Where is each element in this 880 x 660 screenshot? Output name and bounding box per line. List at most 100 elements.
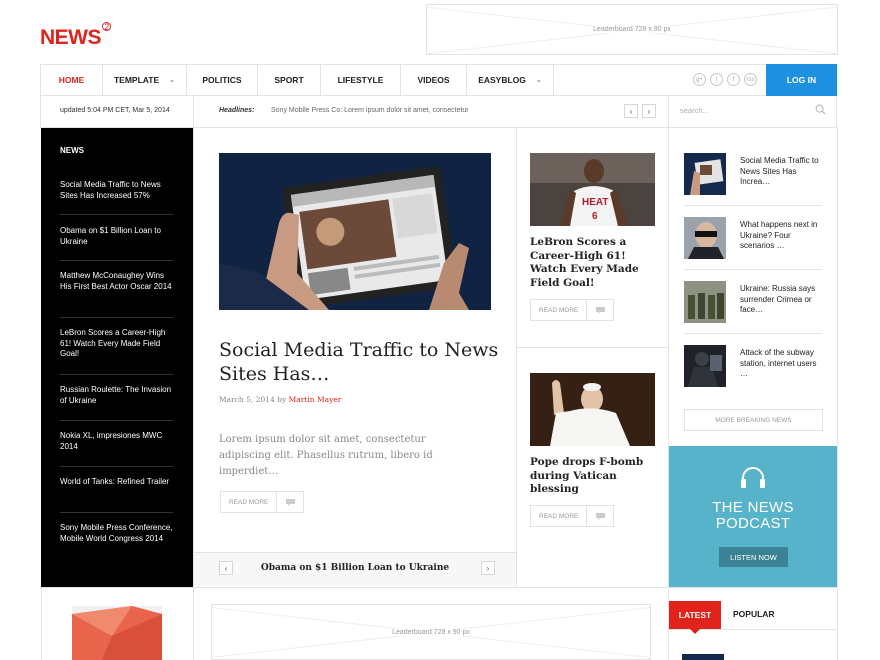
ticker-prev-button[interactable]: ‹ bbox=[624, 104, 638, 118]
lebron-story-image[interactable]: HEAT 6 bbox=[530, 153, 655, 226]
headphones-icon bbox=[741, 467, 765, 488]
pope-story-title[interactable]: Pope drops F-bomb during Vatican blessin… bbox=[530, 456, 660, 497]
divider bbox=[60, 512, 173, 513]
podcast-title: THE NEWS PODCAST bbox=[669, 500, 837, 532]
comment-icon[interactable] bbox=[277, 492, 303, 512]
nav-item-easyblog[interactable]: EASYBLOG ⌄ bbox=[467, 65, 554, 95]
lebron-story-title[interactable]: LeBron Scores a Career-High 61! Watch Ev… bbox=[530, 236, 660, 290]
headline-ticker-text[interactable]: Sony Mobile Press Co: Lorem ipsum dolor … bbox=[271, 107, 469, 114]
read-more-button[interactable]: READ MORE bbox=[221, 492, 278, 512]
pope-story-image[interactable] bbox=[530, 373, 655, 446]
main-story-excerpt: Lorem ipsum dolor sit amet, consectetur … bbox=[219, 434, 433, 477]
divider bbox=[60, 420, 173, 421]
main-story-title[interactable]: Social Media Traffic to News Sites Has… bbox=[219, 338, 499, 386]
breaking-thumb[interactable] bbox=[684, 281, 726, 323]
nav-label: HOME bbox=[58, 75, 85, 85]
slider-story-title[interactable]: Obama on $1 Billion Loan to Ukraine bbox=[224, 563, 486, 573]
ticker-next-button[interactable]: › bbox=[642, 104, 656, 118]
sidebar-news-item[interactable]: Nokia XL, impresiones MWC 2014 bbox=[60, 431, 173, 452]
svg-text:6: 6 bbox=[592, 211, 598, 222]
sidebar-news-item[interactable]: Matthew McConaughey Wins His First Best … bbox=[60, 271, 173, 292]
divider bbox=[684, 269, 822, 270]
logo-text: NEWS bbox=[40, 26, 102, 49]
nav-label: LIFESTYLE bbox=[337, 75, 384, 85]
sidebar-news-item[interactable]: Russian Roulette: The Invasion of Ukrain… bbox=[60, 385, 173, 406]
facebook-icon[interactable]: f bbox=[727, 73, 740, 86]
read-more-button[interactable]: READ MORE bbox=[531, 300, 588, 320]
divider bbox=[193, 96, 194, 128]
tab-latest[interactable]: LATEST bbox=[669, 601, 721, 629]
nav-item-videos[interactable]: VIDEOS bbox=[401, 65, 467, 95]
logo-badge: 2 bbox=[102, 22, 111, 32]
more-breaking-news-button[interactable]: MORE BREAKING NEWS bbox=[684, 409, 823, 431]
chevron-down-icon: ⌄ bbox=[169, 77, 176, 84]
rss-icon[interactable]: rss bbox=[744, 73, 757, 86]
read-more-button[interactable]: READ MORE bbox=[531, 506, 588, 526]
sidebar-news-item[interactable]: World of Tanks: Refined Trailer bbox=[60, 477, 173, 488]
nav-item-home[interactable]: HOME bbox=[41, 65, 103, 95]
login-button[interactable]: LOG IN bbox=[766, 64, 837, 96]
divider bbox=[193, 588, 194, 660]
nav-item-sport[interactable]: SPORT bbox=[258, 65, 321, 95]
main-story-image[interactable] bbox=[219, 153, 491, 310]
divider bbox=[60, 374, 173, 375]
nav-label: POLITICS bbox=[202, 75, 242, 85]
promo-graphic[interactable] bbox=[72, 606, 162, 660]
nav-label: EASYBLOG bbox=[478, 75, 526, 85]
breaking-news-link[interactable]: Ukraine: Russia says surrender Crimea or… bbox=[740, 284, 825, 316]
sidebar-news-item[interactable]: Sony Mobile Press Conference, Mobile Wor… bbox=[60, 523, 173, 544]
leaderboard-label: Leaderboard 728 x 90 px bbox=[388, 628, 474, 636]
headlines-label: Headlines: bbox=[219, 107, 255, 114]
divider bbox=[516, 128, 517, 587]
search-icon[interactable] bbox=[815, 104, 826, 115]
podcast-line: THE NEWS bbox=[712, 499, 794, 516]
divider bbox=[193, 128, 194, 587]
twitter-icon[interactable]: t bbox=[710, 73, 723, 86]
nav-label: SPORT bbox=[274, 75, 304, 85]
tab-popular[interactable]: POPULAR bbox=[733, 609, 775, 619]
main-read-more: READ MORE bbox=[220, 491, 305, 513]
svg-text:HEAT: HEAT bbox=[582, 197, 608, 208]
sidebar-news-item[interactable]: Social Media Traffic to News Sites Has I… bbox=[60, 180, 173, 201]
divider bbox=[60, 317, 173, 318]
nav-label: VIDEOS bbox=[417, 75, 450, 85]
divider bbox=[40, 587, 838, 588]
nav-item-lifestyle[interactable]: LIFESTYLE bbox=[321, 65, 401, 95]
comment-icon[interactable] bbox=[587, 506, 613, 526]
comment-icon[interactable] bbox=[587, 300, 613, 320]
pope-read-more: READ MORE bbox=[530, 505, 615, 527]
breaking-news-link[interactable]: What happens next in Ukraine? Four scena… bbox=[740, 220, 825, 252]
story-author-link[interactable]: Martin Mayer bbox=[289, 395, 342, 404]
leaderboard-label: Leaderboard 728 x 90 px bbox=[589, 26, 675, 33]
leaderboard-ad-bottom[interactable]: Leaderboard 728 x 90 px bbox=[211, 604, 651, 660]
divider bbox=[60, 466, 173, 467]
breaking-news-link[interactable]: Social Media Traffic to News Sites Has I… bbox=[740, 156, 825, 188]
nav-item-politics[interactable]: POLITICS bbox=[187, 65, 258, 95]
divider bbox=[60, 260, 173, 261]
google-plus-icon[interactable]: g+ bbox=[693, 73, 706, 86]
breaking-thumb[interactable] bbox=[684, 153, 726, 195]
divider bbox=[668, 96, 669, 128]
nav-item-template[interactable]: TEMPLATE ⌄ bbox=[103, 65, 187, 95]
sidebar-news-item[interactable]: Obama on $1 Billion Loan to Ukraine bbox=[60, 226, 173, 247]
active-tab-pointer bbox=[690, 629, 700, 634]
latest-thumb[interactable] bbox=[682, 654, 724, 660]
sidebar-title: NEWS bbox=[60, 146, 84, 155]
sidebar-news-item[interactable]: LeBron Scores a Career-High 61! Watch Ev… bbox=[60, 328, 173, 360]
nav-label: TEMPLATE bbox=[113, 75, 160, 85]
updated-timestamp: updated 5:04 PM CET, Mar 5, 2014 bbox=[60, 107, 170, 114]
podcast-line: PODCAST bbox=[715, 515, 791, 532]
main-story-meta: March 5, 2014 by Martin Mayer bbox=[219, 395, 341, 404]
breaking-thumb[interactable] bbox=[684, 217, 726, 259]
leaderboard-ad-top[interactable]: Leaderboard 728 x 90 px bbox=[426, 4, 838, 55]
lebron-read-more: READ MORE bbox=[530, 299, 615, 321]
chevron-down-icon: ⌄ bbox=[535, 77, 542, 84]
listen-now-button[interactable]: LISTEN NOW bbox=[719, 547, 788, 567]
divider bbox=[837, 128, 838, 660]
breaking-thumb[interactable] bbox=[684, 345, 726, 387]
site-logo[interactable]: NEWS 2 bbox=[40, 22, 111, 50]
breaking-news-link[interactable]: Attack of the subway station, internet u… bbox=[740, 348, 825, 380]
divider bbox=[684, 205, 822, 206]
slider-next-button[interactable]: › bbox=[481, 561, 495, 575]
search-input[interactable]: search... bbox=[680, 106, 709, 115]
